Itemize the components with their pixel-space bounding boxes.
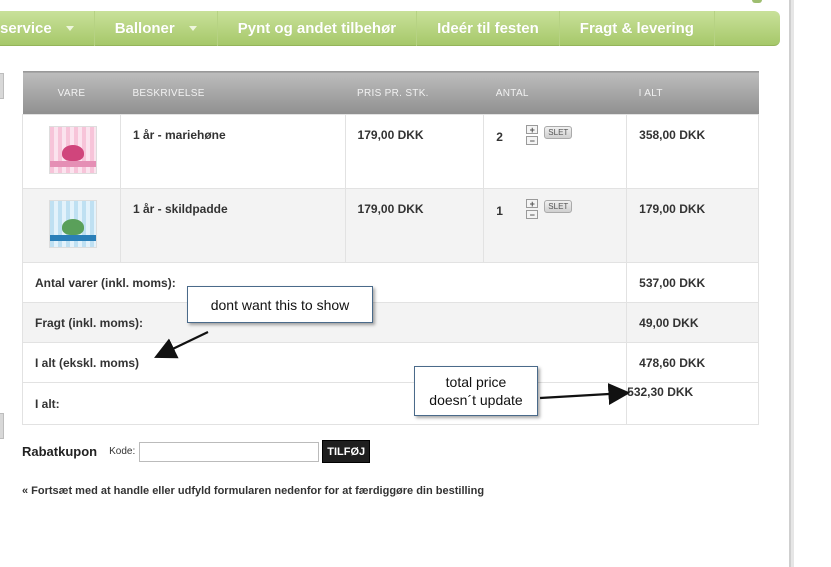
arrow-icon [539, 383, 631, 406]
annotation-arrows [154, 331, 631, 406]
arrow-icon [154, 331, 209, 359]
